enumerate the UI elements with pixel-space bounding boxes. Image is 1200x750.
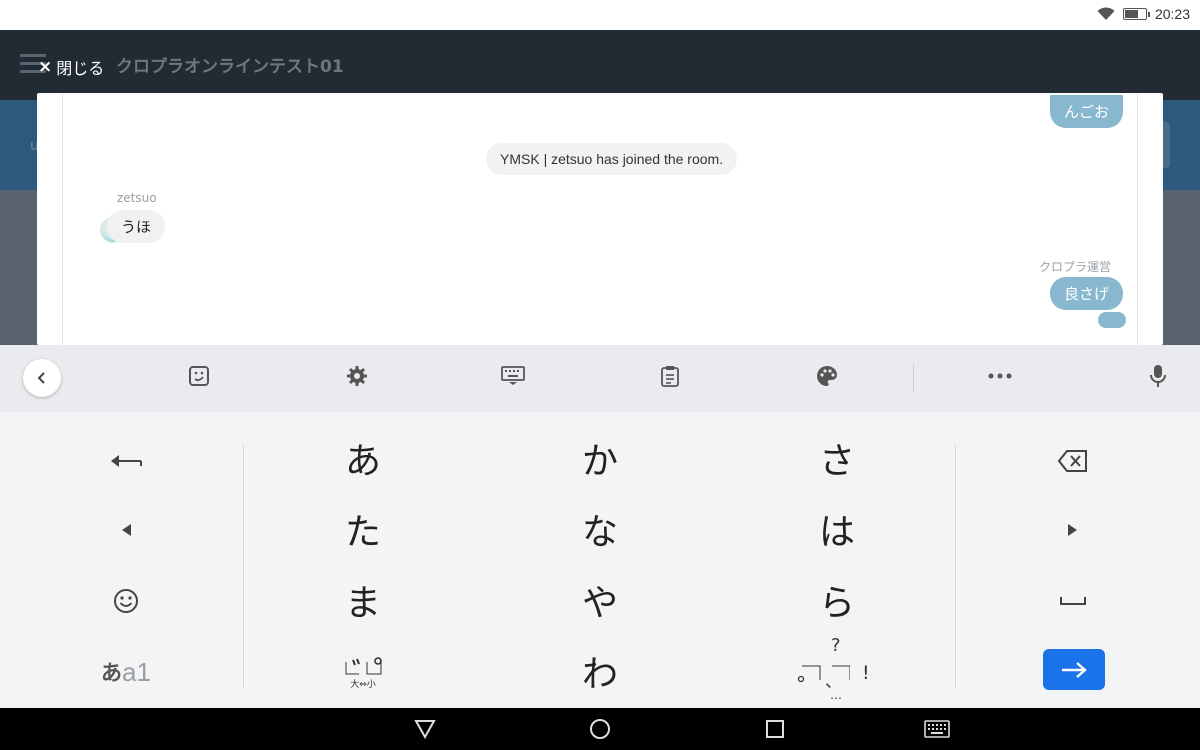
sticker-icon[interactable] bbox=[185, 362, 213, 390]
clipboard-icon[interactable] bbox=[656, 362, 684, 390]
toolbar-divider bbox=[913, 364, 914, 392]
enter-button[interactable] bbox=[1043, 649, 1105, 690]
key-ya[interactable]: や bbox=[560, 570, 640, 630]
dakuten-icon bbox=[345, 657, 382, 675]
key-a[interactable]: あ bbox=[323, 428, 403, 488]
punct-ellipsis: … bbox=[830, 688, 842, 702]
mode-toggle[interactable]: あ a1 bbox=[96, 647, 156, 697]
app-title: クロプラオンラインテスト01 bbox=[116, 57, 344, 77]
key-ra[interactable]: ら bbox=[797, 570, 877, 630]
key-ta[interactable]: た bbox=[323, 499, 403, 559]
clock: 20:23 bbox=[1154, 6, 1190, 22]
microphone-icon[interactable] bbox=[1144, 362, 1172, 390]
mode-label-kana: あ bbox=[101, 661, 123, 685]
dakuten-sub-label: 大⇔小 bbox=[350, 680, 376, 690]
backspace-icon[interactable] bbox=[1043, 436, 1103, 486]
close-label: 閉じる bbox=[56, 59, 105, 78]
enter-icon bbox=[1062, 661, 1087, 678]
key-na[interactable]: な bbox=[560, 499, 640, 559]
app-side-button bbox=[1162, 122, 1170, 168]
palette-icon[interactable] bbox=[813, 362, 841, 390]
key-ma[interactable]: ま bbox=[323, 570, 403, 630]
battery-icon bbox=[1122, 8, 1150, 20]
keyboard-divider bbox=[955, 444, 956, 688]
keyboard-icon[interactable] bbox=[499, 362, 527, 390]
battery-fill bbox=[1124, 10, 1139, 18]
close-icon: × bbox=[38, 57, 53, 77]
back-icon[interactable] bbox=[23, 359, 61, 397]
more-icon[interactable] bbox=[986, 362, 1014, 390]
system-message: YMSK | zetsuo has joined the room. bbox=[486, 143, 738, 175]
keyboard-switch-icon[interactable] bbox=[924, 716, 950, 742]
home-nav-icon[interactable] bbox=[587, 716, 613, 742]
sender-name: zetsuo bbox=[117, 191, 157, 205]
punctuation-key[interactable]: ? 、 ! … bbox=[790, 634, 885, 708]
message-bubble-outgoing: 良さげ bbox=[1050, 277, 1124, 310]
undo-arrow-icon[interactable] bbox=[96, 436, 156, 486]
settings-icon[interactable] bbox=[343, 362, 371, 390]
key-wa[interactable]: わ bbox=[560, 641, 640, 701]
space-icon[interactable] bbox=[1043, 576, 1103, 626]
chat-modal: んごお YMSK | zetsuo has joined the room. z… bbox=[37, 93, 1163, 345]
keyboard-toolbar bbox=[0, 345, 1200, 412]
mode-label-alpha: a1 bbox=[122, 656, 151, 687]
punct-question: ? bbox=[831, 635, 841, 656]
message-bubble-incoming: うほ bbox=[107, 210, 166, 243]
wifi-icon bbox=[1097, 7, 1115, 20]
emoji-icon[interactable] bbox=[96, 576, 156, 626]
keyboard-divider bbox=[243, 444, 244, 688]
message-bubble-outgoing: んごお bbox=[1050, 95, 1124, 128]
chat-log[interactable]: んごお YMSK | zetsuo has joined the room. z… bbox=[62, 93, 1138, 345]
dakuten-key[interactable]: 大⇔小 bbox=[330, 652, 396, 694]
cursor-left-icon[interactable] bbox=[96, 505, 156, 555]
status-bar: 20:23 bbox=[0, 0, 1200, 30]
key-ka[interactable]: か bbox=[560, 428, 640, 488]
back-nav-icon[interactable] bbox=[412, 716, 438, 742]
cursor-right-icon[interactable] bbox=[1043, 505, 1103, 555]
punct-exclamation: ! bbox=[862, 662, 870, 684]
key-sa[interactable]: さ bbox=[797, 428, 877, 488]
sender-name: クロプラ運営 bbox=[1039, 260, 1112, 274]
close-button[interactable]: × 閉じる bbox=[38, 55, 104, 79]
message-bubble-outgoing bbox=[1098, 312, 1126, 328]
recents-nav-icon[interactable] bbox=[762, 716, 788, 742]
key-ha[interactable]: は bbox=[797, 499, 877, 559]
